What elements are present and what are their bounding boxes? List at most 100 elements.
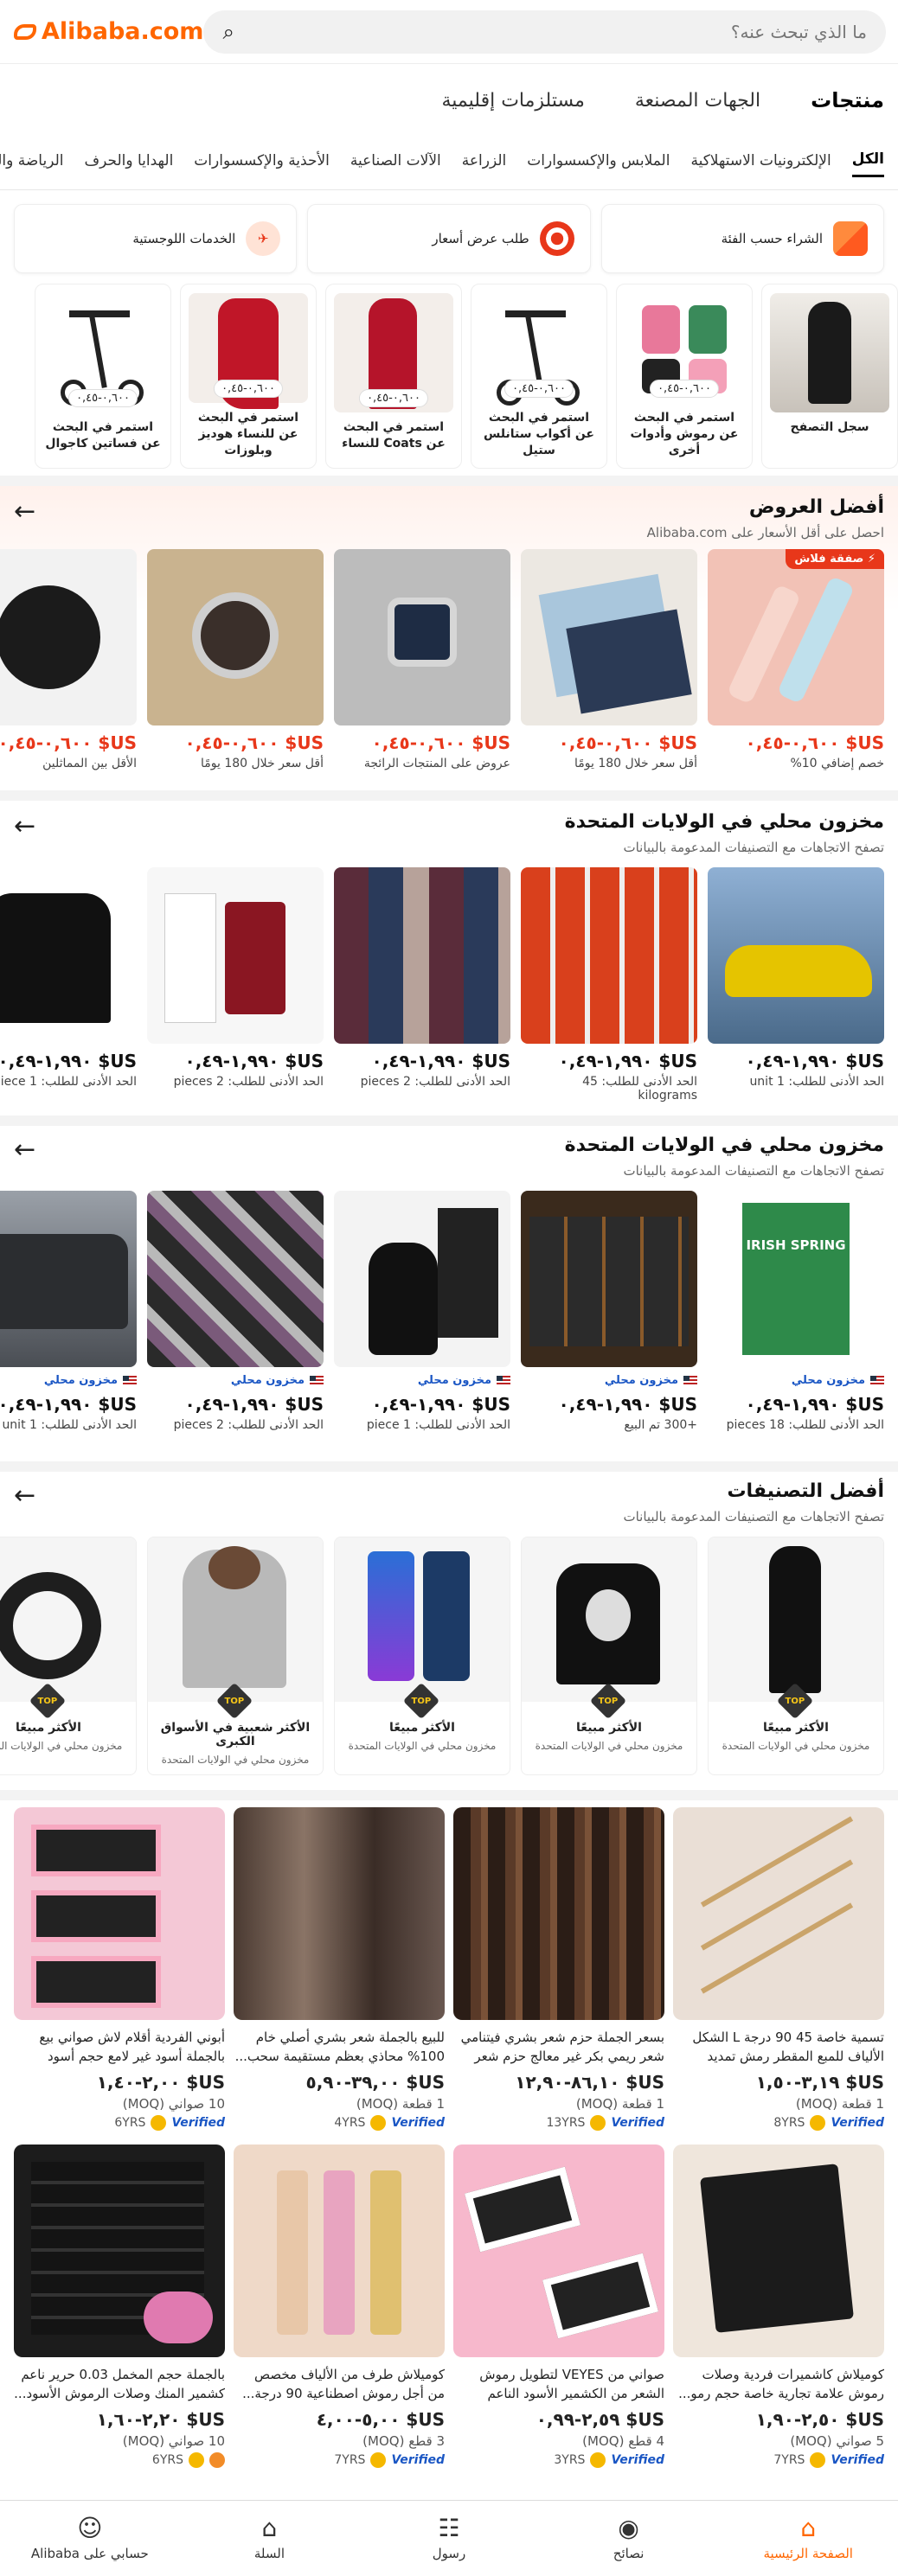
category-item[interactable]: الزراعة [462, 152, 506, 176]
supplier-info: 6YRS [14, 2452, 225, 2468]
product-card[interactable]: IRISH SPRING مخزون محلي US$ ١,٩٩٠-٠,٤٩ ا… [708, 1191, 884, 1432]
arrow-left-icon[interactable]: ← [14, 1135, 35, 1165]
category-item[interactable]: الهدايا والحرف [85, 152, 174, 176]
product-title: أبوني الفردية أقلام لاش صواني بيع بالجمل… [39, 2029, 225, 2064]
product-card[interactable]: مخزون محلي US$ ١,٩٩٠-٠,٤٩ +300 تم البيع [521, 1191, 697, 1432]
nav-messenger[interactable]: ☷ رسول [380, 2513, 518, 2561]
grid-product-card[interactable]: تسمية خاصة 45 90 درجة L الشكل الألياف لل… [673, 1807, 884, 2131]
supplier-medal-icon [209, 2452, 225, 2468]
logistics-button[interactable]: ✈ الخدمات اللوجستية [14, 204, 298, 273]
us-flag-icon [123, 1376, 137, 1385]
supplier-medal-icon [151, 2115, 167, 2131]
grid-product-card[interactable]: بسعر الجملة حزم شعر بشري فيتنامي شعر ريم… [453, 1807, 664, 2131]
category-all[interactable]: الكل [851, 150, 884, 177]
category-item[interactable]: الرياضة والترفي [0, 152, 64, 176]
product-moq: 1 قطعة (MOQ) [575, 2096, 664, 2112]
recent-card[interactable]: ٠,٦٠٠-٠,٤٥ استمر في البحث عن Coats للنسا… [325, 284, 462, 469]
category-item[interactable]: الملابس والإكسسوارات [527, 152, 670, 176]
product-moq: الحد الأدنى للطلب: 1 piece [0, 1075, 137, 1089]
top-badge: TOP [589, 1682, 627, 1720]
request-quote-button[interactable]: طلب عرض أسعار [307, 204, 591, 273]
deal-card[interactable]: ⚡ صفقة فلاش US$ ٠,٦٠٠-٠,٤٥ خصم إضافي 10% [708, 549, 884, 770]
flash-deal-badge: ⚡ صفقة فلاش [786, 549, 884, 569]
product-image: ٠,٦٠٠-٠,٤٥ [43, 293, 163, 412]
category-item[interactable]: الأحذية والإكسسوارات [194, 152, 330, 176]
grid-product-card[interactable]: بالجملة حجم المخمل 0.03 حرير ناعم كشمير … [14, 2145, 225, 2468]
product-card[interactable]: مخزون محلي US$ ١,٩٩٠-٠,٤٩ الحد الأدنى لل… [0, 1191, 137, 1432]
category-sub: مخزون محلي في الولايات المتحدة [161, 1754, 310, 1766]
top-category-card[interactable]: TOP الأكثر مبيعًا مخزون محلي في الولايات… [0, 1537, 137, 1775]
supplier-info: Verified 4YRS [234, 2115, 445, 2131]
product-card[interactable]: US$ ١,٩٩٠-٠,٤٩ الحد الأدنى للطلب: 2 piec… [147, 867, 324, 1103]
grid-product-card[interactable]: أبوني الفردية أقلام لاش صواني بيع بالجمل… [14, 1807, 225, 2131]
recent-card[interactable]: ٠,٦٠٠-٠,٤٥ استمر في البحث عن للنساء هودي… [180, 284, 317, 469]
category-item[interactable]: الآلات الصناعية [350, 152, 441, 176]
product-image [673, 1807, 884, 2020]
arrow-left-icon[interactable]: ← [14, 1480, 35, 1511]
grid-product-card[interactable]: للبيع بالجملة شعر بشري أصلي خام 100% محا… [234, 1807, 445, 2131]
search-box[interactable]: ⌕ [203, 10, 886, 54]
brand-logo[interactable]: Alibaba.com [14, 18, 203, 45]
top-category-card[interactable]: TOP الأكثر مبيعًا مخزون محلي في الولايات… [708, 1537, 884, 1775]
deal-card[interactable]: US$ ٠,٦٠٠-٠,٤٥ أقل سعر خلال 180 يومًا [147, 549, 324, 770]
arrow-left-icon[interactable]: ← [14, 496, 35, 527]
nav-tips[interactable]: ◉ نصائح [560, 2515, 698, 2561]
top-badge: TOP [402, 1682, 440, 1720]
product-moq: 1 قطعة (MOQ) [356, 2096, 445, 2112]
top-badge: TOP [29, 1682, 67, 1720]
deal-card[interactable]: US$ ٠,٦٠٠-٠,٤٥ الأقل بين المماثلين [0, 549, 137, 770]
nav-home[interactable]: ⌂ الصفحة الرئيسية [739, 2515, 877, 2561]
product-image [234, 2145, 445, 2357]
category-item[interactable]: الإلكترونيات الاستهلاكية [690, 152, 831, 176]
grid-product-card[interactable]: كوميلاش كاشميرات فردية وصلات رموش علامة … [673, 2145, 884, 2468]
brand-name: Alibaba.com [42, 18, 204, 45]
deal-card[interactable]: US$ ٠,٦٠٠-٠,٤٥ عروض على المنتجات الرائجة [334, 549, 510, 770]
tab-manufacturers[interactable]: الجهات المصنعة [635, 90, 760, 112]
product-title: كوميلاش كاشميرات فردية وصلات رموش علامة … [678, 2367, 884, 2401]
product-price: US$ ١,٩٩٠-٠,٤٩ [745, 1394, 884, 1415]
recent-card[interactable]: سجل التصفح [761, 284, 898, 469]
shop-by-category-button[interactable]: الشراء حسب الفئة [600, 204, 884, 273]
product-price: US$ ١,٩٩٠-٠,٤٩ [0, 1394, 137, 1415]
section-subtitle: تصفح الاتجاهات مع التصنيفات المدعومة بال… [623, 1163, 884, 1179]
product-card[interactable]: US$ ١,٩٩٠-٠,٤٩ الحد الأدنى للطلب: 1 unit [708, 867, 884, 1103]
divider [0, 476, 898, 486]
grid-product-card[interactable]: صواني من VEYES لتطويل رموش الشعر من الكش… [453, 2145, 664, 2468]
recent-title: استمر في البحث عن فساتين كاجوال [45, 420, 161, 451]
top-category-card[interactable]: TOP الأكثر مبيعًا مخزون محلي في الولايات… [334, 1537, 510, 1775]
recent-title: استمر في البحث عن للنساء هوديز وبلوزات [197, 411, 299, 458]
recent-card[interactable]: ٠,٦٠٠-٠,٤٥ استمر في البحث عن أكواب ستانل… [471, 284, 607, 469]
top-category-card[interactable]: TOP الأكثر شعبية في الأسواق الكبرى مخزون… [147, 1537, 324, 1775]
user-icon: ☺ [77, 2513, 103, 2542]
supplier-medal-icon [590, 2115, 606, 2131]
tab-products[interactable]: منتجات [811, 88, 884, 112]
grid-product-card[interactable]: كوميلاش طرف من الألياف مخصص من أجل رموش … [234, 2145, 445, 2468]
search-input[interactable] [246, 21, 867, 42]
product-card[interactable]: US$ ١,٩٩٠-٠,٤٩ الحد الأدنى للطلب: 2 piec… [334, 867, 510, 1103]
recent-card[interactable]: ٠,٦٠٠-٠,٤٥ استمر في البحث عن فساتين كاجو… [35, 284, 171, 469]
local-stock-label: مخزون محلي [0, 1374, 137, 1387]
nav-account[interactable]: ☺ حسابي على Alibaba [21, 2513, 159, 2561]
top-category-card[interactable]: TOP الأكثر مبيعًا مخزون محلي في الولايات… [521, 1537, 697, 1775]
quick-links: الشراء حسب الفئة طلب عرض أسعار ✈ الخدمات… [14, 204, 884, 273]
section-title: مخزون محلي في الولايات المتحدة [564, 811, 884, 833]
us-stock-section-2: مخزون محلي في الولايات المتحدة تصفح الات… [0, 1135, 898, 1454]
recent-card[interactable]: ٠,٦٠٠-٠,٤٥ استمر في البحث عن رموش وأدوات… [616, 284, 753, 469]
local-stock-label: مخزون محلي [521, 1374, 697, 1387]
bottom-nav: ⌂ الصفحة الرئيسية ◉ نصائح ☷ رسول ⌂ السلة… [0, 2500, 898, 2576]
product-card[interactable]: US$ ١,٩٩٠-٠,٤٩ الحد الأدنى للطلب: 45 kil… [521, 867, 697, 1103]
verified-badge: Verified [391, 2453, 445, 2467]
nav-cart[interactable]: ⌂ السلة [200, 2515, 338, 2561]
arrow-left-icon[interactable]: ← [14, 811, 35, 841]
recent-title: استمر في البحث عن رموش وأدوات أخرى [630, 411, 739, 458]
search-icon[interactable]: ⌕ [222, 20, 234, 44]
product-card[interactable]: US$ ١,٩٩٠-٠,٤٩ الحد الأدنى للطلب: 1 piec… [0, 867, 137, 1103]
product-title: صواني من VEYES لتطويل رموش الشعر من الكش… [479, 2367, 664, 2401]
chat-icon: ☷ [438, 2513, 460, 2542]
product-card[interactable]: مخزون محلي US$ ١,٩٩٠-٠,٤٩ الحد الأدنى لل… [147, 1191, 324, 1432]
product-label-text: IRISH SPRING [742, 1203, 850, 1355]
deal-card[interactable]: US$ ٠,٦٠٠-٠,٤٥ أقل سعر خلال 180 يومًا [521, 549, 697, 770]
product-image [708, 867, 884, 1044]
product-card[interactable]: مخزون محلي US$ ١,٩٩٠-٠,٤٩ الحد الأدنى لل… [334, 1191, 510, 1432]
tab-regional-supplies[interactable]: مستلزمات إقليمية [442, 90, 585, 112]
